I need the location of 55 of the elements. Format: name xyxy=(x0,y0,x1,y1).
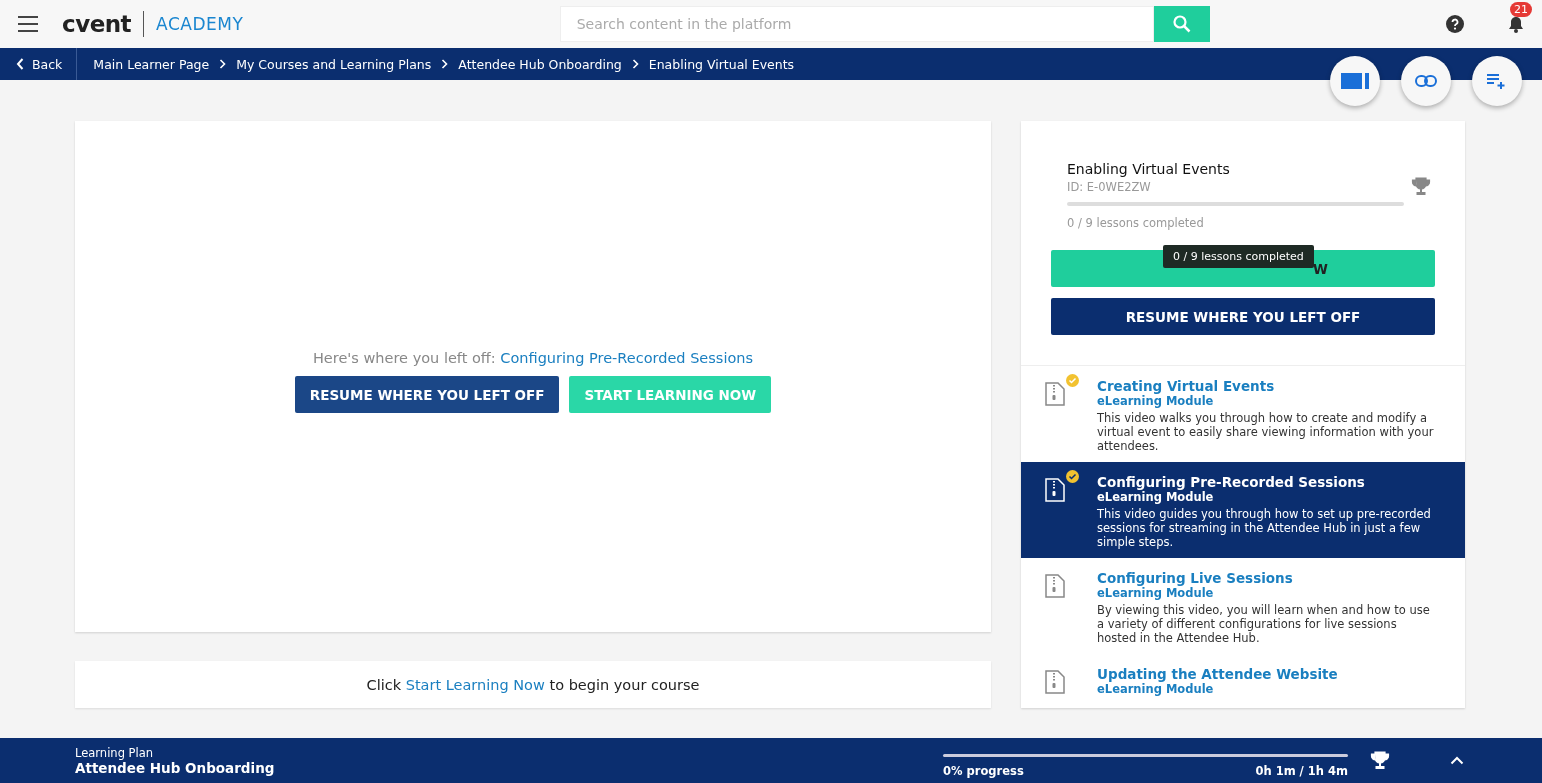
search-icon xyxy=(1172,15,1191,33)
plan-title: Attendee Hub Onboarding xyxy=(75,759,275,776)
sidebar-toggle-button[interactable] xyxy=(1330,56,1380,106)
panel-icon xyxy=(1341,73,1369,89)
chevron-left-icon xyxy=(16,58,24,70)
lesson-title: Configuring Live Sessions xyxy=(1097,570,1294,586)
lesson-item[interactable]: Updating the Attendee Website eLearning Module xyxy=(1021,654,1465,705)
chevron-icon xyxy=(219,59,227,69)
lesson-item[interactable]: Creating Virtual Events eLearning Module This video walks you through how to create and modify a virtual event to easily share viewing information with your attendees. xyxy=(1021,366,1465,462)
lesson-type: eLearning Module xyxy=(1097,586,1215,600)
lesson-title: Configuring Pre-Recorded Sessions xyxy=(1097,474,1366,490)
lesson-title: Updating the Attendee Website xyxy=(1097,666,1338,682)
expand-icon[interactable] xyxy=(1450,756,1464,765)
logo-suffix: ACADEMY xyxy=(156,14,244,34)
trophy-icon xyxy=(1370,750,1390,771)
chevron-icon xyxy=(441,59,449,69)
lesson-link[interactable]: Configuring Pre-Recorded Sessions xyxy=(500,350,754,366)
resume-button[interactable]: RESUME WHERE YOU LEFT OFF xyxy=(1051,298,1435,335)
resume-prompt: Here's where you left off: Configuring Pre-Recorded Sessions xyxy=(312,350,754,366)
breadcrumb-link[interactable]: Attendee Hub Onboarding xyxy=(458,56,622,72)
time-text: 0h 1m / 1h 4m xyxy=(1255,763,1348,778)
back-button[interactable]: Back xyxy=(0,48,78,80)
lesson-item[interactable]: Configuring Live Sessions eLearning Module By viewing this video, you will learn when and how to use a variety of different configurations for live sessions hosted in the Attendee Hub. xyxy=(1021,558,1465,654)
lesson-description: This video guides you through how to set up pre-recorded sessions for streaming in the Attendee Hub in just a few simple steps. xyxy=(1097,507,1432,549)
plan-label: Learning Plan xyxy=(75,745,155,760)
search-field[interactable]: Search content in the platform xyxy=(559,6,1154,42)
lesson-description: This video walks you through how to create and modify a virtual event to easily share viewing information with your attendees. xyxy=(1097,411,1435,453)
add-to-playlist-button[interactable] xyxy=(1472,56,1522,106)
notification-badge: 21 xyxy=(1510,1,1532,17)
help-icon[interactable] xyxy=(1446,15,1464,33)
lesson-type: eLearning Module xyxy=(1097,394,1215,408)
lesson-type: eLearning Module xyxy=(1097,490,1215,504)
link-icon xyxy=(1415,75,1437,87)
progress-text: 0 / 9 lessons completed xyxy=(1067,216,1205,230)
course-title: Enabling Virtual Events xyxy=(1067,161,1230,177)
logo: cvent xyxy=(62,11,132,37)
start-link[interactable]: Start Learning Now xyxy=(405,676,545,693)
progress-text: 0% progress xyxy=(943,763,1024,778)
playlist-add-icon xyxy=(1487,73,1507,89)
lesson-title: Creating Virtual Events xyxy=(1097,378,1276,394)
breadcrumb-link[interactable]: My Courses and Learning Plans xyxy=(236,56,432,72)
course-id: ID: E-0WE2ZW xyxy=(1067,180,1151,194)
resume-button[interactable]: RESUME WHERE YOU LEFT OFF xyxy=(294,376,560,413)
bell-icon[interactable] xyxy=(1508,15,1524,33)
menu-icon[interactable] xyxy=(18,16,38,32)
lesson-type: eLearning Module xyxy=(1097,682,1215,696)
link-button[interactable] xyxy=(1401,56,1451,106)
tooltip: 0 / 9 lessons completed xyxy=(1163,245,1314,268)
breadcrumb-link[interactable]: Enabling Virtual Events xyxy=(648,56,795,72)
start-hint: Click Start Learning Now to begin your course xyxy=(75,661,991,708)
breadcrumb-link[interactable]: Main Learner Page xyxy=(93,56,210,72)
lesson-description: By viewing this video, you will learn when and how to use a variety of different configurations for live sessions hosted in the Attendee Hub. xyxy=(1097,603,1431,645)
lesson-item[interactable]: Configuring Pre-Recorded Sessions eLearning Module This video guides you through how to set up pre-recorded sessions for streaming in the Attendee Hub in just a few simple steps. xyxy=(1021,462,1465,558)
chevron-icon xyxy=(631,59,639,69)
trophy-icon xyxy=(1411,177,1431,197)
